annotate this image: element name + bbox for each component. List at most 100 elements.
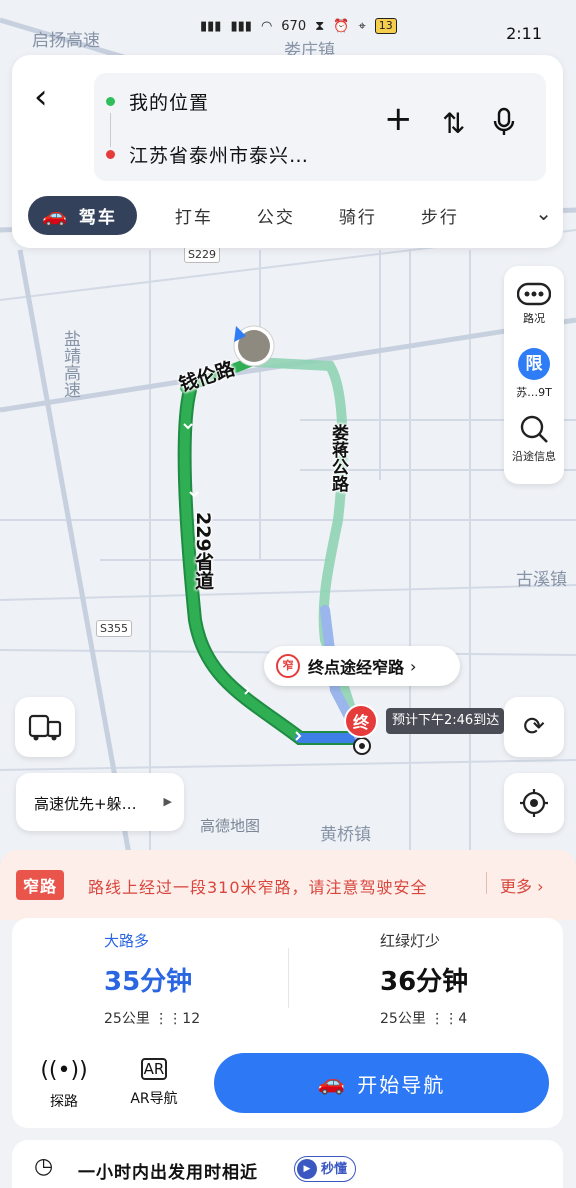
plan-tag: 红绿灯少 [380, 932, 441, 950]
traffic-icon [517, 282, 551, 306]
wifi-icon: ◠ [260, 18, 273, 34]
map-watermark: 高德地图 [200, 817, 261, 835]
locate-button[interactable] [504, 773, 564, 833]
departure-hint-card[interactable]: ◷ 一小时内出发用时相近 ▶ 秒懂 [12, 1140, 563, 1188]
start-dot-icon [106, 97, 115, 106]
alarm-icon: ⏰ [333, 18, 350, 34]
destination-marker[interactable]: 终 [344, 704, 378, 738]
plan-tag: 大路多 [104, 932, 150, 950]
traffic-label: 路况 [523, 312, 545, 325]
limit-icon: 限 [518, 348, 550, 380]
microphone-icon[interactable] [492, 107, 516, 144]
preference-label: 高速优先+躲… [34, 795, 137, 813]
play-icon: ▶ [297, 1159, 317, 1179]
limit-label: 苏…9T [516, 386, 552, 399]
map-label-town: 古溪镇 [516, 570, 567, 590]
more-label: 更多 [500, 877, 533, 896]
refresh-icon: ⟳ [523, 712, 545, 742]
back-button[interactable]: ‹ [34, 77, 64, 117]
location-icon: ⌖ [358, 18, 366, 34]
plan-duration: 36分钟 [380, 967, 469, 997]
chevron-down-icon[interactable]: ⌄ [535, 201, 552, 225]
route-preference-button[interactable]: 高速优先+躲… ▶ [16, 773, 184, 831]
signal-icon: ▮▮▮ [230, 18, 252, 34]
callout-text: 终点途经窄路 [308, 658, 405, 677]
end-point-field[interactable]: 江苏省泰州市泰兴… [106, 141, 309, 168]
vehicle-icon [28, 714, 62, 741]
search-icon [520, 415, 548, 443]
divider [288, 948, 289, 1008]
road-shield: S355 [96, 620, 132, 637]
along-route-search-button[interactable]: 沿途信息 [504, 414, 564, 464]
plan-lights: 4 [458, 1011, 468, 1027]
start-nav-label: 开始导航 [357, 1072, 446, 1097]
divider [486, 872, 487, 894]
narrow-road-warning[interactable]: 窄路 路线上经过一段310米窄路，请注意驾驶安全 更多 › [0, 850, 576, 920]
start-navigation-button[interactable]: 🚗 开始导航 [214, 1053, 549, 1113]
map-label-road: 盐靖高速 [60, 330, 80, 398]
plate-limit-button[interactable]: 限 苏…9T [504, 348, 564, 400]
end-point-label: 江苏省泰州市泰兴… [129, 145, 310, 167]
swap-icon[interactable]: ⇅ [442, 107, 465, 140]
map-label-town: 黄桥镇 [320, 825, 371, 845]
net-speed: 670 [281, 18, 307, 34]
warning-message: 路线上经过一段310米窄路，请注意驾驶安全 [88, 878, 428, 897]
ar-nav-button[interactable]: AR AR导航 [114, 1058, 194, 1108]
explain-badge[interactable]: ▶ 秒懂 [294, 1156, 357, 1182]
refresh-route-button[interactable]: ⟳ [504, 697, 564, 757]
plan-distance: 25公里 [104, 1011, 150, 1027]
search-label: 沿途信息 [512, 450, 556, 463]
tab-bike[interactable]: 骑行 [339, 203, 377, 228]
triangle-right-icon: ▶ [163, 795, 172, 808]
tab-transit[interactable]: 公交 [257, 203, 295, 228]
map-side-panel: 路况 限 苏…9T 沿途信息 [504, 266, 564, 484]
end-dot-icon [106, 150, 115, 159]
tab-label: 驾车 [78, 207, 117, 228]
tab-walk[interactable]: 步行 [421, 203, 459, 228]
probe-label: 探路 [50, 1094, 78, 1110]
eta-tag: 预计下午2:46到达 [386, 708, 504, 734]
plan-meta: 25公里 ⋮⋮4 [380, 1008, 576, 1028]
traffic-light-icon: ⋮⋮ [430, 1011, 459, 1027]
transport-mode-tabs: 🚗 驾车 打车 公交 骑行 步行 ⌄ [28, 195, 558, 235]
status-icons: ▮▮▮ ▮▮▮ ◠ 670 ⧗ ⏰ ⌖ 13 [200, 18, 397, 34]
route-plans-card: 大路多 35分钟 25公里 ⋮⋮12 红绿灯少 36分钟 25公里 ⋮⋮4 ((… [12, 918, 563, 1128]
car-icon: 🚗 [317, 1070, 348, 1096]
narrow-road-callout[interactable]: 窄 终点途经窄路 › [264, 646, 460, 686]
car-icon: 🚗 [42, 203, 69, 227]
start-point-label: 我的位置 [129, 92, 210, 114]
probe-icon: ((•)) [40, 1058, 88, 1083]
start-point-field[interactable]: 我的位置 [106, 88, 209, 115]
plan-lights: 12 [182, 1011, 201, 1027]
battery-icon: 13 [374, 18, 397, 34]
vehicle-button[interactable] [15, 697, 75, 757]
signal-icon: ▮▮▮ [200, 18, 222, 34]
add-waypoint-button[interactable]: + [384, 99, 413, 139]
narrow-road-icon: 窄 [276, 654, 300, 678]
traffic-button[interactable]: 路况 [504, 282, 564, 326]
route-road-label: 娄蒋公路 [328, 424, 348, 492]
chevron-right-icon: › [410, 656, 417, 676]
plan-duration: 35分钟 [104, 967, 193, 997]
route-road-label: 229省道 [192, 512, 214, 590]
ar-label: AR导航 [130, 1091, 178, 1107]
ar-icon: AR [141, 1058, 167, 1080]
locate-icon [520, 789, 548, 817]
traffic-light-icon: ⋮⋮ [154, 1011, 183, 1027]
warning-tag: 窄路 [16, 870, 65, 900]
tab-drive[interactable]: 🚗 驾车 [28, 195, 137, 235]
clock-icon: ◷ [34, 1154, 54, 1179]
route-plan-1[interactable]: 大路多 35分钟 25公里 ⋮⋮12 [104, 930, 344, 1028]
tab-taxi[interactable]: 打车 [175, 203, 213, 228]
route-search-card: ‹ 我的位置 江苏省泰州市泰兴… + ⇅ 🚗 驾车 打车 公交 骑行 步行 ⌄ [12, 55, 563, 248]
route-plan-2[interactable]: 红绿灯少 36分钟 25公里 ⋮⋮4 [380, 930, 576, 1028]
warning-more-link[interactable]: 更多 › [500, 873, 544, 897]
microphone-svg [493, 107, 515, 135]
badge-label: 秒懂 [321, 1161, 348, 1177]
probe-route-button[interactable]: ((•)) 探路 [24, 1058, 104, 1111]
plan-meta: 25公里 ⋮⋮12 [104, 1008, 344, 1028]
status-bar: ▮▮▮ ▮▮▮ ◠ 670 ⧗ ⏰ ⌖ 13 2:11 [0, 0, 576, 48]
route-input-box: 我的位置 江苏省泰州市泰兴… + ⇅ [94, 73, 546, 181]
hint-text: 一小时内出发用时相近 [78, 1163, 258, 1183]
road-shield: S229 [184, 246, 220, 263]
